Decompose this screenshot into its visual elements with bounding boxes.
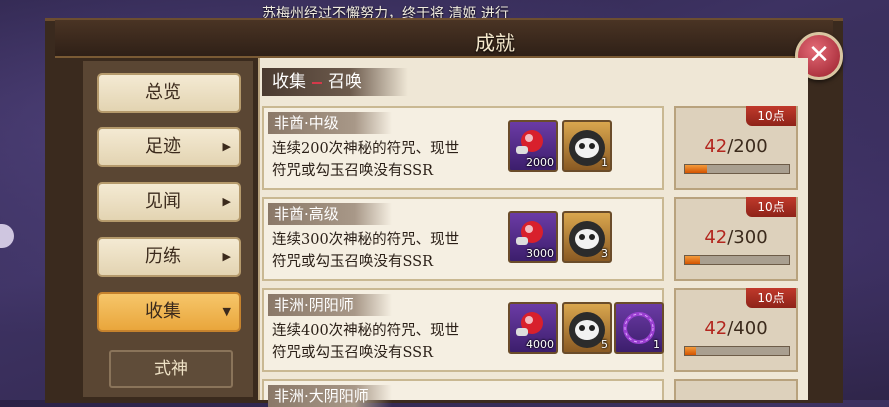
magatama-reward[interactable]: 2000: [508, 120, 558, 172]
nav-label: 足迹: [145, 136, 181, 157]
section-right: 召唤: [328, 72, 362, 92]
chevron-down-icon: ▼: [222, 305, 231, 318]
progress-bar: [684, 164, 790, 174]
nav-label: 历练: [145, 246, 181, 267]
progress-fill: [685, 165, 707, 173]
progress-text: 42/300: [676, 227, 796, 248]
reward-qty: 5: [601, 338, 608, 351]
chevron-right-icon: ▶: [222, 250, 231, 263]
nav-training[interactable]: 历练 ▶: [97, 237, 241, 277]
achievement-row[interactable]: 非洲·大阴阳师: [262, 379, 664, 407]
progress-panel: 10点 42/200: [674, 106, 798, 190]
progress-panel: 10点 42/300: [674, 197, 798, 281]
achievement-desc: 连续300次神秘的符咒、现世 符咒或勾玉召唤没有SSR: [272, 229, 508, 273]
nav-footprints[interactable]: 足迹 ▶: [97, 127, 241, 167]
title-bar: 成就: [55, 20, 833, 58]
progress-bar: [684, 346, 790, 356]
reward-qty: 3000: [526, 247, 554, 260]
daruma-reward[interactable]: 3: [562, 211, 612, 263]
magatama-reward[interactable]: 3000: [508, 211, 558, 263]
progress-total: /300: [727, 227, 768, 248]
nav-knowledge[interactable]: 见闻 ▶: [97, 182, 241, 222]
progress-panel: 10点 42/400: [674, 288, 798, 372]
nav-overview[interactable]: 总览: [97, 73, 241, 113]
chevron-right-icon: ▶: [222, 195, 231, 208]
progress-bar: [684, 255, 790, 265]
daruma-reward[interactable]: 1: [562, 120, 612, 172]
progress-total: /400: [727, 318, 768, 339]
progress-panel: [674, 379, 798, 400]
sidebar: 总览 足迹 ▶ 见闻 ▶ 历练 ▶ 收集 ▼ 式神: [80, 58, 256, 400]
desc-line: 连续400次神秘的符咒、现世: [272, 323, 460, 339]
points-badge: 10点: [746, 288, 796, 308]
progress-current: 42: [704, 227, 728, 248]
progress-text: 42/400: [676, 318, 796, 339]
reward-qty: 2000: [526, 156, 554, 169]
progress-current: 42: [704, 136, 728, 157]
desc-line: 符咒或勾玉召唤没有SSR: [272, 163, 434, 179]
achievement-desc: 连续400次神秘的符咒、现世 符咒或勾玉召唤没有SSR: [272, 320, 508, 364]
points-badge: 10点: [746, 197, 796, 217]
nav-label: 总览: [145, 82, 181, 103]
desc-line: 连续200次神秘的符咒、现世: [272, 141, 460, 157]
subnav-shikigami[interactable]: 式神: [109, 350, 233, 388]
progress-fill: [685, 256, 700, 264]
achievement-name: 非洲·阴阳师: [268, 294, 392, 316]
magatama-reward[interactable]: 4000: [508, 302, 558, 354]
section-left: 收集: [272, 72, 306, 92]
achievement-name: 非洲·大阴阳师: [268, 385, 392, 407]
progress-fill: [685, 347, 696, 355]
portrait-frame-reward[interactable]: 1: [614, 302, 664, 354]
daruma-reward[interactable]: 5: [562, 302, 612, 354]
desc-line: 符咒或勾玉召唤没有SSR: [272, 345, 434, 361]
nav-label: 见闻: [145, 191, 181, 212]
section-header: 收集 召唤: [262, 68, 408, 96]
progress-current: 42: [704, 318, 728, 339]
achievement-row[interactable]: 非酋·中级 连续200次神秘的符咒、现世 符咒或勾玉召唤没有SSR 2000 1: [262, 106, 664, 190]
reward-qty: 4000: [526, 338, 554, 351]
desc-line: 连续300次神秘的符咒、现世: [272, 232, 460, 248]
progress-total: /200: [727, 136, 768, 157]
nav-label: 收集: [145, 301, 181, 322]
points-badge: 10点: [746, 106, 796, 126]
section-divider: [312, 81, 322, 84]
progress-text: 42/200: [676, 136, 796, 157]
achievement-row[interactable]: 非洲·阴阳师 连续400次神秘的符咒、现世 符咒或勾玉召唤没有SSR 4000 …: [262, 288, 664, 372]
achievement-name: 非酋·高级: [268, 203, 392, 225]
chevron-right-icon: ▶: [222, 140, 231, 153]
reward-qty: 1: [601, 156, 608, 169]
nav-collection[interactable]: 收集 ▼: [97, 292, 241, 332]
achievement-name: 非酋·中级: [268, 112, 392, 134]
achievement-row[interactable]: 非酋·高级 连续300次神秘的符咒、现世 符咒或勾玉召唤没有SSR 3000 3: [262, 197, 664, 281]
achievement-desc: 连续200次神秘的符咒、现世 符咒或勾玉召唤没有SSR: [272, 138, 508, 182]
desc-line: 符咒或勾玉召唤没有SSR: [272, 254, 434, 270]
reward-qty: 1: [653, 338, 660, 351]
reward-qty: 3: [601, 247, 608, 260]
